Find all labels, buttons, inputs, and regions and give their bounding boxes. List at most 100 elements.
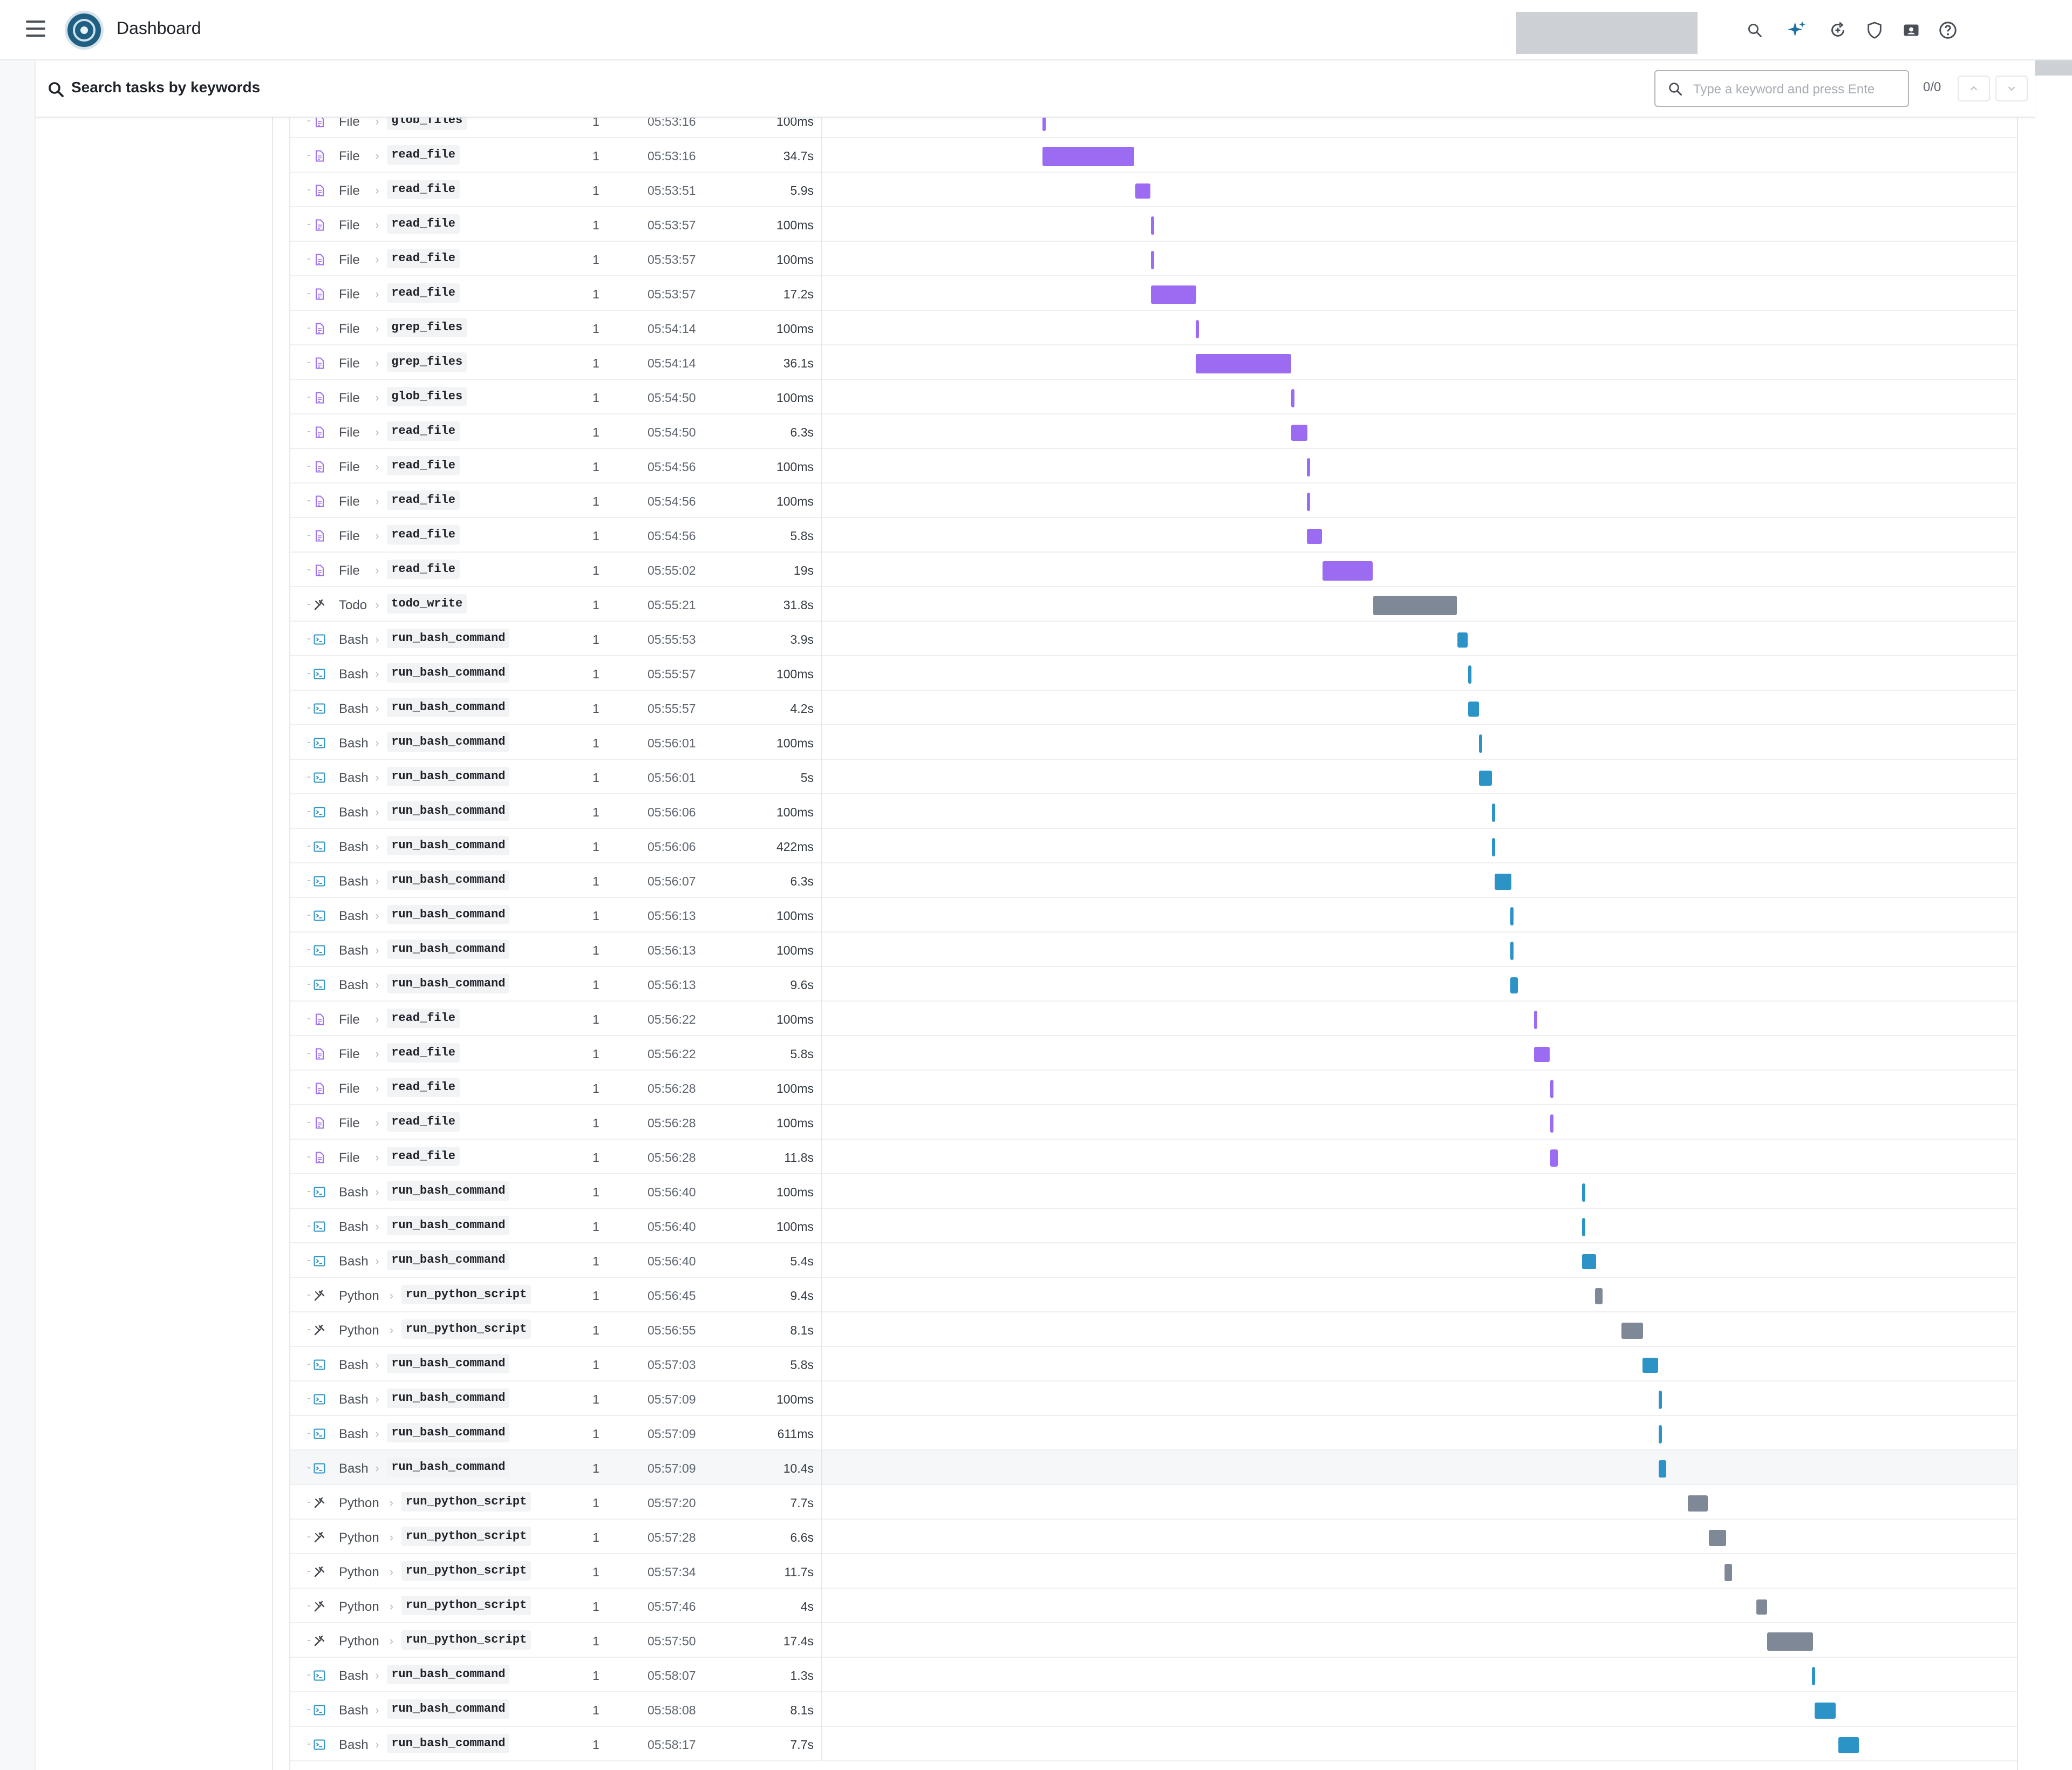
table-row[interactable]: File › read_file 1 05:53:16 34.7s — [290, 138, 2017, 173]
table-row[interactable]: Bash › run_bash_command 1 05:57:03 5.8s — [290, 1347, 2017, 1381]
previous-match-button[interactable] — [1958, 76, 1990, 101]
timeline-bar[interactable] — [1150, 251, 1154, 269]
timeline-bar[interactable] — [1373, 596, 1457, 615]
user-menu-placeholder[interactable] — [1516, 12, 1698, 54]
timeline-bar[interactable] — [1510, 977, 1518, 994]
timeline-bar[interactable] — [1150, 216, 1154, 235]
timeline-bar[interactable] — [1687, 1495, 1708, 1512]
timeline-bar[interactable] — [1658, 1391, 1662, 1409]
table-row[interactable]: Bash › run_bash_command 1 05:56:01 100ms — [290, 725, 2017, 760]
table-row[interactable]: Bash › run_bash_command 1 05:56:40 100ms — [290, 1174, 2017, 1209]
app-logo[interactable] — [65, 11, 104, 50]
timeline-bar[interactable] — [1534, 1046, 1550, 1063]
timeline-bar[interactable] — [1468, 665, 1471, 684]
refresh-icon[interactable] — [1827, 19, 1849, 41]
timeline-bar[interactable] — [1196, 354, 1292, 373]
timeline-bar[interactable] — [1323, 561, 1373, 581]
timeline-bar[interactable] — [1658, 1460, 1666, 1478]
table-row[interactable]: Bash › run_bash_command 1 05:57:09 100ms — [290, 1381, 2017, 1416]
table-row[interactable]: Python › run_python_script 1 05:57:46 4s — [290, 1589, 2017, 1623]
table-row[interactable]: Python › run_python_script 1 05:57:50 17.4s — [290, 1623, 2017, 1658]
table-row[interactable]: File › read_file 1 05:56:22 5.8s — [290, 1036, 2017, 1071]
table-row[interactable]: File › grep_files 1 05:54:14 100ms — [290, 311, 2017, 345]
table-row[interactable]: File › read_file 1 05:54:56 5.8s — [290, 518, 2017, 553]
table-row[interactable]: Bash › run_bash_command 1 05:58:17 7.7s — [290, 1727, 2017, 1761]
keyword-search-input[interactable] — [1693, 79, 1904, 100]
menu-icon[interactable] — [26, 21, 45, 37]
timeline-bar[interactable] — [1492, 804, 1495, 822]
search-icon[interactable] — [1744, 19, 1766, 41]
timeline-bar[interactable] — [1307, 458, 1310, 476]
table-row[interactable]: File › read_file 1 05:53:51 5.9s — [290, 173, 2017, 207]
table-row[interactable]: Python › run_python_script 1 05:57:34 11.7s — [290, 1554, 2017, 1589]
timeline-bar[interactable] — [1307, 493, 1310, 511]
table-row[interactable]: File › read_file 1 05:56:28 100ms — [290, 1105, 2017, 1140]
timeline-bar[interactable] — [1510, 942, 1514, 960]
table-row[interactable]: File › grep_files 1 05:54:14 36.1s — [290, 345, 2017, 380]
table-row[interactable]: Bash › run_bash_command 1 05:56:07 6.3s — [290, 863, 2017, 898]
table-row[interactable]: Python › run_python_script 1 05:56:45 9.4s — [290, 1278, 2017, 1312]
table-row[interactable]: File › read_file 1 05:54:56 100ms — [290, 449, 2017, 484]
timeline-bar[interactable] — [1478, 734, 1482, 753]
timeline-bar[interactable] — [1307, 528, 1323, 544]
table-row[interactable]: File › read_file 1 05:56:28 100ms — [290, 1071, 2017, 1105]
table-row[interactable]: Todo › todo_write 1 05:55:21 31.8s — [290, 587, 2017, 622]
timeline-bar[interactable] — [1196, 320, 1199, 338]
timeline-bar[interactable] — [1468, 701, 1480, 717]
table-row[interactable]: Bash › run_bash_command 1 05:56:06 422ms — [290, 829, 2017, 863]
table-row[interactable]: Bash › run_bash_command 1 05:55:57 100ms — [290, 656, 2017, 691]
table-row[interactable]: Bash › run_bash_command 1 05:55:57 4.2s — [290, 691, 2017, 725]
table-row[interactable]: Bash › run_bash_command 1 05:58:08 8.1s — [290, 1692, 2017, 1727]
table-row[interactable]: Python › run_python_script 1 05:56:55 8.1s — [290, 1312, 2017, 1347]
table-row[interactable]: Bash › run_bash_command 1 05:57:09 10.4s — [290, 1451, 2017, 1485]
help-icon[interactable] — [1937, 19, 1959, 41]
table-row[interactable]: Bash › run_bash_command 1 05:58:07 1.3s — [290, 1658, 2017, 1692]
timeline-bar[interactable] — [1642, 1357, 1658, 1373]
timeline-bar[interactable] — [1814, 1703, 1836, 1719]
timeline-bar[interactable] — [1708, 1530, 1727, 1546]
table-row[interactable]: Bash › run_bash_command 1 05:57:09 611ms — [290, 1416, 2017, 1451]
timeline-bar[interactable] — [1767, 1632, 1813, 1651]
timeline-bar[interactable] — [1291, 425, 1308, 441]
timeline-bar[interactable] — [1135, 183, 1151, 199]
table-row[interactable]: Bash › run_bash_command 1 05:56:13 100ms — [290, 932, 2017, 967]
table-row[interactable]: File › read_file 1 05:55:02 19s — [290, 553, 2017, 587]
timeline-bar[interactable] — [1550, 1114, 1553, 1133]
timeline-bar[interactable] — [1478, 770, 1492, 786]
table-row[interactable]: File › read_file 1 05:56:22 100ms — [290, 1002, 2017, 1036]
timeline-bar[interactable] — [1150, 285, 1197, 304]
timeline-bar[interactable] — [1550, 1080, 1553, 1098]
timeline-bar[interactable] — [1550, 1149, 1558, 1167]
table-row[interactable]: Bash › run_bash_command 1 05:56:40 5.4s — [290, 1243, 2017, 1278]
timeline-bar[interactable] — [1582, 1254, 1597, 1270]
timeline-bar[interactable] — [1658, 1425, 1662, 1444]
table-row[interactable]: Bash › run_bash_command 1 05:56:06 100ms — [290, 794, 2017, 829]
timeline-bar[interactable] — [1534, 1011, 1538, 1029]
table-row[interactable] — [290, 1761, 2017, 1770]
timeline-bar[interactable] — [1457, 632, 1468, 648]
table-row[interactable]: Bash › run_bash_command 1 05:56:13 9.6s — [290, 967, 2017, 1002]
timeline-bar[interactable] — [1042, 147, 1135, 166]
timeline-bar[interactable] — [1582, 1218, 1585, 1236]
timeline-bar[interactable] — [1756, 1599, 1767, 1615]
timeline-bar[interactable] — [1494, 874, 1511, 890]
shield-icon[interactable] — [1864, 19, 1885, 41]
table-row[interactable]: File › read_file 1 05:54:50 6.3s — [290, 414, 2017, 449]
table-row[interactable]: Bash › run_bash_command 1 05:55:53 3.9s — [290, 622, 2017, 656]
timeline-bar[interactable] — [1492, 838, 1495, 856]
id-card-icon[interactable] — [1900, 19, 1922, 41]
next-match-button[interactable] — [1995, 76, 2028, 101]
table-row[interactable]: File › read_file 1 05:53:57 100ms — [290, 207, 2017, 242]
timeline-bar[interactable] — [1042, 118, 1046, 131]
timeline-bar[interactable] — [1621, 1323, 1643, 1339]
table-row[interactable]: Python › run_python_script 1 05:57:28 6.6s — [290, 1520, 2017, 1554]
table-row[interactable]: File › read_file 1 05:56:28 11.8s — [290, 1140, 2017, 1174]
table-row[interactable]: File › read_file 1 05:53:57 100ms — [290, 242, 2017, 276]
table-row[interactable]: File › glob_files 1 05:53:16 100ms — [290, 118, 2017, 138]
timeline-bar[interactable] — [1510, 907, 1514, 925]
timeline-bar[interactable] — [1595, 1288, 1603, 1305]
table-row[interactable]: Bash › run_bash_command 1 05:56:40 100ms — [290, 1209, 2017, 1243]
timeline-bar[interactable] — [1291, 389, 1294, 407]
timeline-bar[interactable] — [1838, 1737, 1859, 1753]
keyword-search-field[interactable] — [1654, 70, 1909, 107]
